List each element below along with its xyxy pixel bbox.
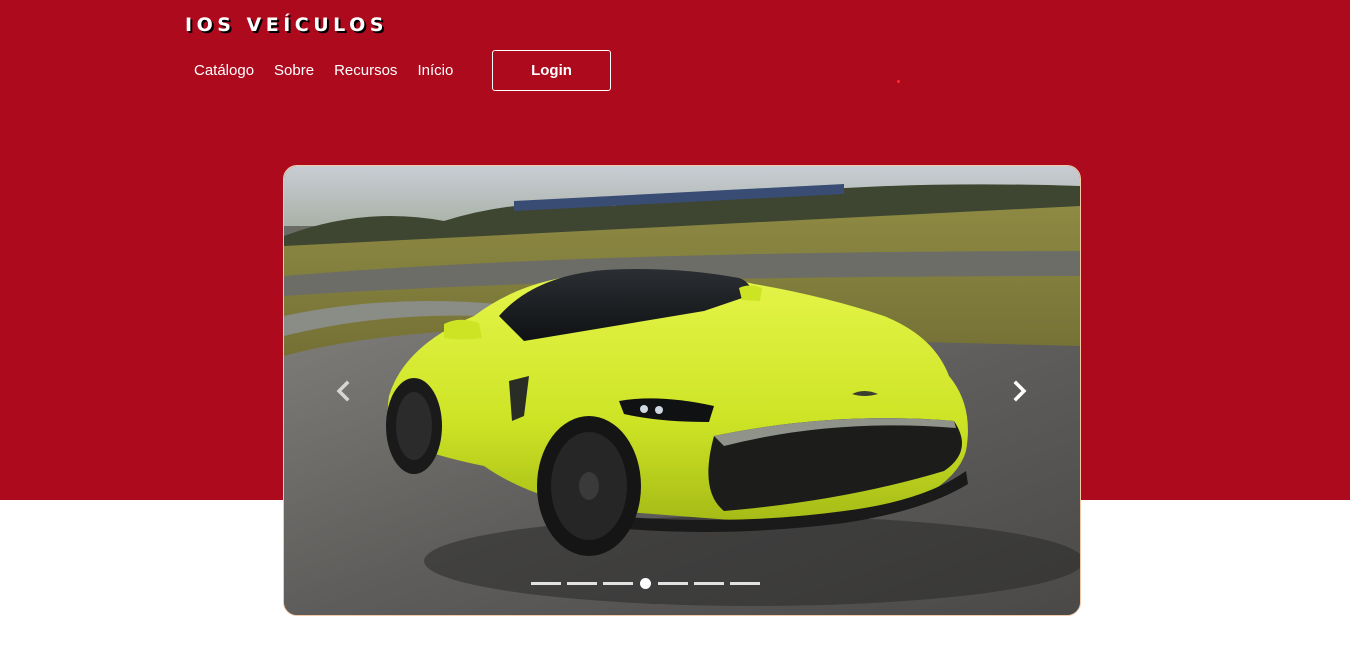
carousel-next-button[interactable]	[1005, 376, 1035, 406]
carousel-indicator-3[interactable]	[603, 582, 633, 585]
carousel-prev-button[interactable]	[328, 376, 358, 406]
carousel-indicator-1[interactable]	[531, 582, 561, 585]
chevron-right-icon	[1013, 380, 1027, 402]
nav-item-catalogo[interactable]: Catálogo	[184, 60, 264, 82]
carousel-indicator-6[interactable]	[694, 582, 724, 585]
chevron-left-icon	[336, 380, 350, 402]
carousel-indicator-7[interactable]	[730, 582, 760, 585]
carousel-indicator-4[interactable]	[640, 578, 651, 589]
car-photo	[284, 166, 1080, 615]
carousel-indicator-2[interactable]	[567, 582, 597, 585]
carousel-indicator-5[interactable]	[658, 582, 688, 585]
brand-logo[interactable]: IOS VEÍCULOS	[185, 14, 388, 36]
carousel-indicators	[531, 578, 760, 589]
hero-carousel	[283, 165, 1081, 616]
nav-item-inicio[interactable]: Início	[407, 60, 463, 82]
login-button[interactable]: Login	[492, 50, 611, 91]
page: IOS VEÍCULOS Catálogo Sobre Recursos Iní…	[0, 0, 1350, 667]
nav-item-recursos[interactable]: Recursos	[324, 60, 407, 82]
main-nav: Catálogo Sobre Recursos Início	[184, 60, 463, 82]
nav-item-sobre[interactable]: Sobre	[264, 60, 324, 82]
decorative-dot	[897, 80, 900, 83]
